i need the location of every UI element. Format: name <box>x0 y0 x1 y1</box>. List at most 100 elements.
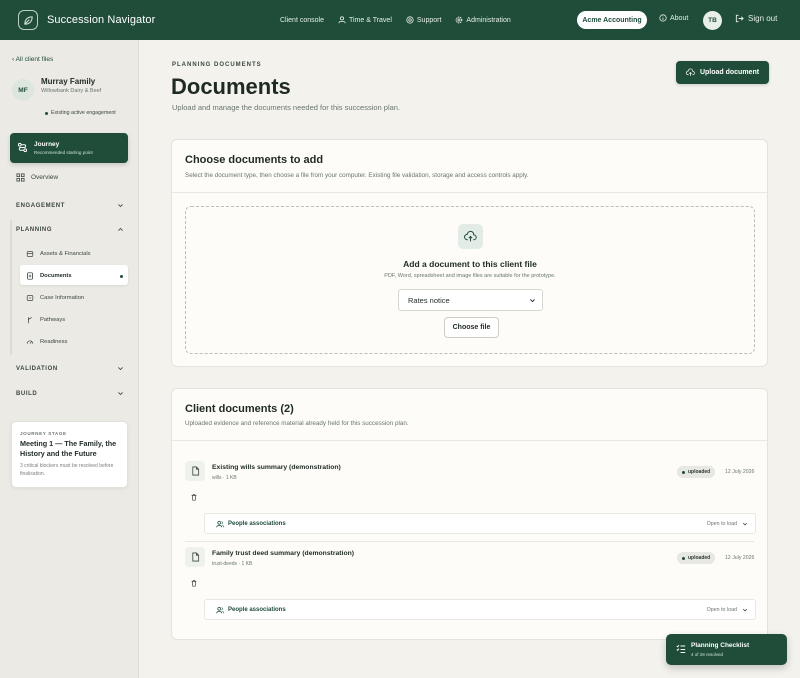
trash-icon[interactable] <box>190 579 198 587</box>
planning-group-rail <box>10 220 128 355</box>
section-build-label: BUILD <box>16 390 38 397</box>
nav-administration[interactable]: Administration <box>455 16 511 24</box>
open-to-load-label: Open to load <box>706 607 737 613</box>
document-title[interactable]: Existing wills summary (demonstration) <box>212 464 341 471</box>
client-documents-title: Client documents (2) <box>185 403 294 415</box>
sidebar-item-readiness[interactable]: Readiness <box>26 338 67 346</box>
planning-checklist-button[interactable]: Planning Checklist 4 of 28 resolved <box>666 634 787 665</box>
people-associations-text: People associations <box>228 521 286 527</box>
cloud-upload-icon <box>458 224 483 249</box>
document-date: 12 July 2026 <box>725 469 755 475</box>
section-engagement[interactable]: ENGAGEMENT <box>16 202 124 209</box>
brand[interactable]: Succession Navigator <box>18 10 155 30</box>
sidebar-item-documents[interactable]: Documents <box>26 272 72 280</box>
people-icon <box>216 521 224 528</box>
document-icon <box>27 272 33 280</box>
choose-documents-panel: Choose documents to add Select the docum… <box>171 139 768 367</box>
client-name: Murray Family <box>41 77 96 86</box>
journey-title: Journey <box>34 141 60 148</box>
checklist-title: Planning Checklist <box>691 642 750 649</box>
engagement-status-label: Existing active engagement <box>51 110 116 116</box>
upload-document-button[interactable]: Upload document <box>676 61 769 84</box>
gauge-icon <box>26 340 34 344</box>
choose-file-button[interactable]: Choose file <box>444 317 499 338</box>
document-icon <box>185 461 205 481</box>
people-icon <box>338 16 346 24</box>
document-date: 12 July 2026 <box>725 555 755 561</box>
people-associations-label: People associations <box>216 520 286 528</box>
people-associations-row[interactable]: People associations Open to load <box>204 513 756 534</box>
people-icon <box>216 607 224 614</box>
cloud-upload-icon <box>685 68 695 76</box>
status-dot-icon <box>682 556 685 560</box>
trash-icon[interactable] <box>190 493 198 501</box>
status-dot-icon <box>682 470 685 474</box>
nav-support-label: Support <box>416 16 442 24</box>
page-subtitle: Upload and manage the documents needed f… <box>172 103 401 112</box>
sidebar-item-case-information[interactable]: Case Information <box>26 294 84 302</box>
nav-client-console-label: Client console <box>280 16 324 24</box>
folder-icon <box>26 295 34 301</box>
documents-label: Documents <box>40 273 72 279</box>
status-badge-label: uploaded <box>688 555 711 561</box>
section-build[interactable]: BUILD <box>16 390 124 397</box>
stack-icon <box>26 251 34 257</box>
case-information-label: Case Information <box>40 295 85 301</box>
support-icon <box>406 16 414 24</box>
client-subtitle: Willowbank Dairy & Beef <box>41 88 102 94</box>
active-dot-icon <box>120 275 123 278</box>
sidebar-item-pathways[interactable]: Pathways <box>26 316 65 324</box>
upload-document-label: Upload document <box>699 69 760 76</box>
nav-time-travel[interactable]: Time & Travel <box>338 16 392 24</box>
chevron-down-icon <box>530 299 535 303</box>
nav-support[interactable]: Support <box>406 16 442 24</box>
document-type-value: Rates notice <box>408 295 450 305</box>
journey-card[interactable]: Journey Recommended starting point <box>10 133 128 163</box>
account-switcher-button[interactable]: Acme Accounting <box>577 11 647 29</box>
people-associations-label: People associations <box>216 606 286 614</box>
document-type-select[interactable]: Rates notice <box>398 289 543 311</box>
checklist-progress: 4 of 28 resolved <box>691 652 724 657</box>
file-dropzone[interactable]: Add a document to this client file PDF, … <box>185 206 755 354</box>
sign-out-button[interactable]: Sign out <box>735 14 777 23</box>
people-associations-text: People associations <box>228 607 286 613</box>
journey-stage-card: JOURNEY STAGE Meeting 1 — The Family, th… <box>11 421 128 488</box>
readiness-label: Readiness <box>40 339 68 345</box>
journey-subtitle: Recommended starting point <box>34 150 93 155</box>
assets-financials-label: Assets & Financials <box>40 251 91 257</box>
stage-note: 3 critical blockers must be resolved bef… <box>20 463 114 477</box>
choose-documents-subtitle: Select the document type, then choose a … <box>185 172 529 179</box>
engagement-status: Existing active engagement <box>45 110 116 116</box>
section-validation[interactable]: VALIDATION <box>16 365 124 372</box>
client-documents-subtitle: Uploaded evidence and reference material… <box>185 420 409 427</box>
grid-icon <box>16 173 25 182</box>
nav-administration-label: Administration <box>466 16 511 24</box>
client-documents-panel: Client documents (2) Uploaded evidence a… <box>171 388 768 640</box>
nav-client-console[interactable]: Client console <box>280 17 324 24</box>
dropzone-title: Add a document to this client file <box>403 259 537 269</box>
back-to-client-files-link[interactable]: ‹ All client files <box>12 56 53 63</box>
client-avatar: MF <box>12 79 34 101</box>
about-link[interactable]: About <box>659 14 688 22</box>
chevron-down-icon <box>118 204 123 208</box>
stage-title: Meeting 1 — The Family, the History and … <box>20 439 117 459</box>
document-meta: wills · 1 KB <box>212 475 237 481</box>
sidebar-item-overview[interactable]: Overview <box>16 173 58 182</box>
dropzone-subtitle: PDF, Word, spreadsheet and image files a… <box>384 273 556 279</box>
chevron-down-icon <box>118 392 123 396</box>
people-associations-row[interactable]: People associations Open to load <box>204 599 756 620</box>
stage-label: JOURNEY STAGE <box>20 431 67 436</box>
sidebar-item-assets-financials[interactable]: Assets & Financials <box>26 250 91 258</box>
nav-time-travel-label: Time & Travel <box>348 16 392 24</box>
page-kicker: PLANNING DOCUMENTS <box>172 62 262 68</box>
overview-label: Overview <box>31 174 59 181</box>
info-icon <box>659 14 667 22</box>
pathways-label: Pathways <box>40 317 66 323</box>
top-nav-bar: Succession Navigator Client console Time… <box>0 0 800 40</box>
document-icon <box>185 547 205 567</box>
panel-divider <box>172 192 767 193</box>
status-badge: uploaded <box>677 466 716 478</box>
row-divider <box>185 541 754 542</box>
user-avatar[interactable]: TB <box>703 11 722 30</box>
document-title[interactable]: Family trust deed summary (demonstration… <box>212 550 354 557</box>
